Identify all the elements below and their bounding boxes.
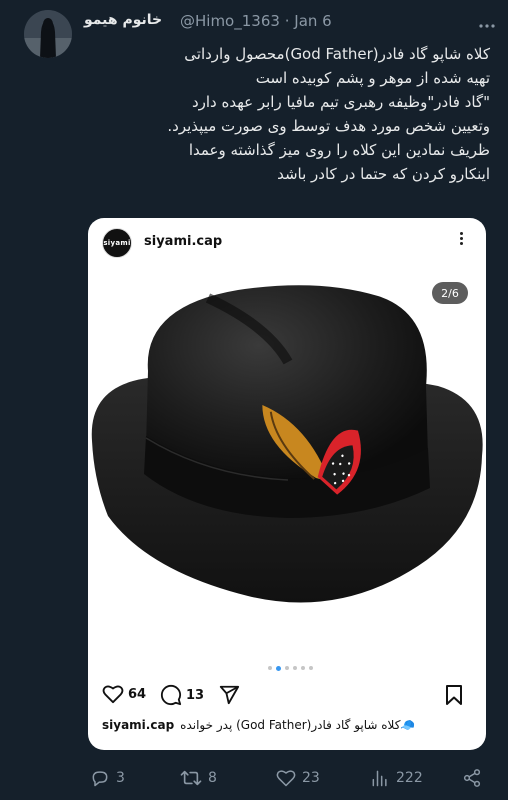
- tweet-line: اینکارو کردن که حتما در کادر باشد: [277, 165, 490, 183]
- tweet-date[interactable]: Jan 6: [294, 12, 331, 30]
- carousel-dots: [260, 665, 320, 672]
- carousel-dot-active[interactable]: [275, 665, 281, 671]
- ig-comment-button[interactable]: 13: [160, 684, 204, 706]
- caption-username[interactable]: siyami.cap: [102, 718, 174, 732]
- tweet-actions: 3 8 23 222: [0, 764, 508, 792]
- like-count: 23: [302, 770, 320, 786]
- carousel-dot[interactable]: [267, 666, 272, 670]
- instagram-header: siyami siyami.cap: [88, 218, 486, 266]
- ig-share-button[interactable]: [218, 684, 240, 706]
- share-button[interactable]: [462, 768, 482, 788]
- share-icon: [463, 769, 481, 787]
- heart-icon: [102, 685, 124, 704]
- views-button[interactable]: 222: [370, 768, 423, 788]
- author-display-name[interactable]: خانوم هیمو: [84, 12, 162, 28]
- ig-comment-count: 13: [186, 687, 205, 703]
- instagram-caption: siyami.cap 🧢کلاه شاپو گاد فادر(God Fathe…: [102, 718, 474, 732]
- tweet-line: تهیه شده از موهر و پشم کوبیده است: [255, 69, 490, 87]
- carousel-dot[interactable]: [308, 666, 313, 670]
- author-handle[interactable]: @Himo_1363: [180, 12, 280, 30]
- carousel-dot[interactable]: [292, 666, 297, 670]
- ig-like-count: 64: [128, 686, 147, 702]
- image-counter: 2/6: [432, 282, 468, 304]
- instagram-profile-logo[interactable]: siyami: [102, 228, 132, 258]
- repost-icon: [180, 770, 202, 786]
- like-button[interactable]: 23: [276, 768, 320, 788]
- more-vertical-icon[interactable]: [458, 230, 464, 250]
- views-count: 222: [396, 770, 423, 786]
- separator-dot: ·: [284, 12, 290, 30]
- tweet-text: کلاه شاپو گاد فادر(God Father)محصول وارد…: [84, 42, 490, 186]
- bookmark-icon: [446, 685, 462, 705]
- reply-button[interactable]: 3: [90, 768, 125, 788]
- tweet-line: ظریف نمادین این کلاه را روی میز گذاشته و…: [188, 141, 490, 159]
- ig-save-button[interactable]: [444, 684, 464, 710]
- repost-button[interactable]: 8: [180, 768, 217, 788]
- instagram-embed-card[interactable]: siyami siyami.cap 2/6 64 13 siyami.cap 🧢…: [88, 218, 486, 750]
- repost-count: 8: [208, 770, 217, 786]
- tweet-line: کلاه شاپو گاد فادر(God Father)محصول وارد…: [184, 45, 490, 63]
- instagram-actions: 64 13: [88, 680, 486, 710]
- more-options-icon[interactable]: [478, 14, 496, 33]
- reply-icon: [92, 771, 108, 787]
- caption-text: 🧢کلاه شاپو گاد فادر(God Father) پدر خوان…: [180, 718, 416, 732]
- send-icon: [219, 685, 240, 705]
- author-handle-date[interactable]: @Himo_1363 · Jan 6: [180, 12, 332, 30]
- avatar[interactable]: [24, 10, 72, 58]
- carousel-dot[interactable]: [300, 666, 305, 670]
- tweet-line: وتعیین شخص مورد هدف توسط وی صورت میپذیرد…: [167, 117, 490, 135]
- instagram-username[interactable]: siyami.cap: [144, 234, 222, 249]
- heart-icon: [276, 770, 296, 787]
- reply-count: 3: [116, 770, 125, 786]
- comment-icon: [160, 684, 182, 706]
- tweet-line: "گاد فادر"وظیفه رهبری تیم مافیا رابر عهد…: [191, 93, 490, 111]
- views-icon: [372, 770, 387, 787]
- carousel-dot[interactable]: [284, 666, 289, 670]
- hat-photo[interactable]: 2/6: [88, 266, 486, 656]
- ig-like-button[interactable]: 64: [102, 684, 146, 704]
